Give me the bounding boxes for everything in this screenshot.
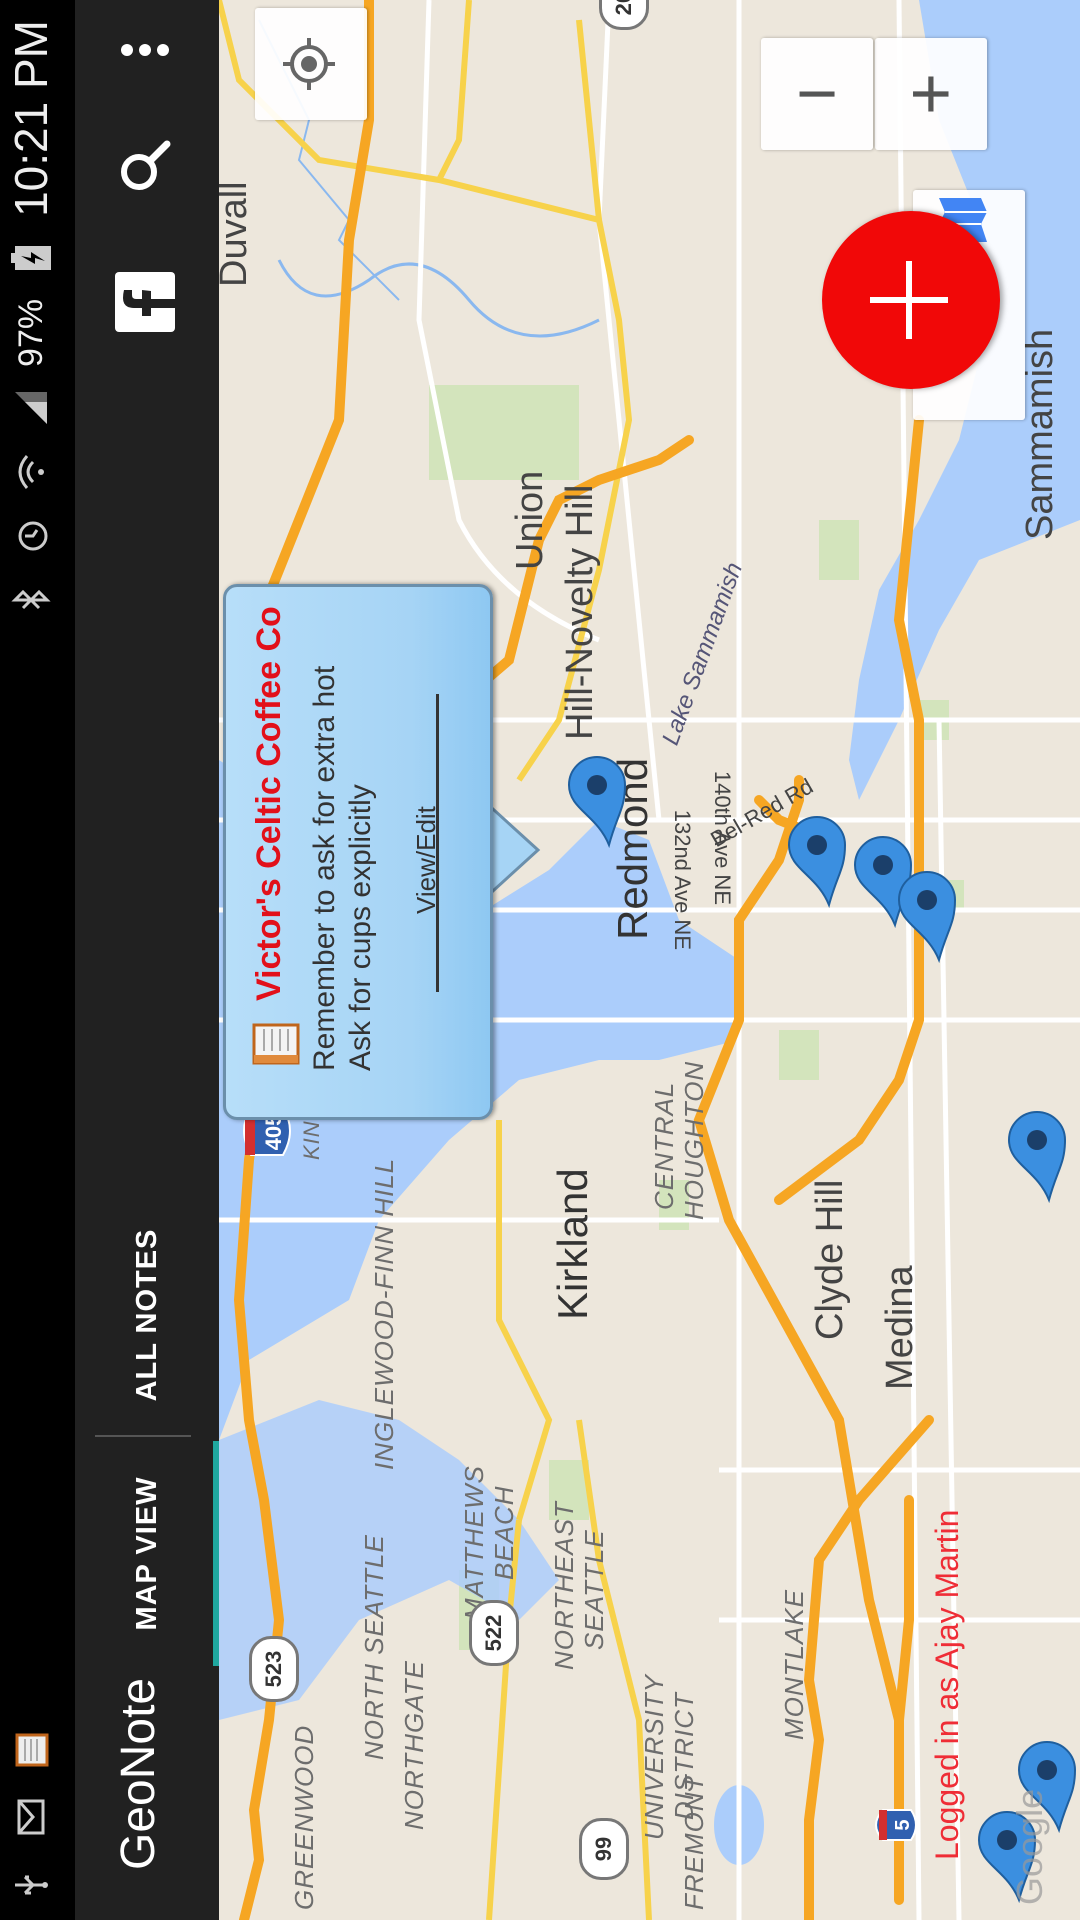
clock: 10:21 PM: [5, 20, 57, 217]
landscape-screen: 97% 10:21 PM GeoNote MAP VIEW ALL NOTES: [0, 0, 1080, 1920]
map-pin[interactable]: [567, 756, 627, 849]
status-left-icons: [8, 1726, 54, 1908]
status-bar: 97% 10:21 PM: [0, 0, 75, 1920]
view-edit-underline: [436, 694, 439, 992]
popup-body: Victor's Celtic Coffee Co Remember to as…: [223, 584, 493, 1120]
zoom-in-button[interactable]: +: [875, 38, 987, 150]
plus-icon: [864, 255, 959, 345]
map-pin[interactable]: [787, 816, 847, 909]
tab-all-notes[interactable]: ALL NOTES: [75, 1200, 219, 1430]
map-canvas[interactable]: 405 5 Duvall Union Hill-Novelty Hill Red…: [219, 0, 1080, 1920]
gmail-icon: [8, 1794, 54, 1840]
signal-icon: [8, 385, 54, 431]
app-title: GeoNote: [112, 1677, 165, 1870]
geonote-icon: [8, 1726, 54, 1772]
app-bar-actions: [75, 40, 219, 332]
overflow-menu-icon[interactable]: [117, 40, 178, 60]
add-note-button[interactable]: [822, 211, 1000, 389]
note-body-line-2: Ask for cups explicitly: [344, 784, 377, 1071]
note-icon: [250, 1017, 302, 1069]
app-bar: GeoNote MAP VIEW ALL NOTES: [75, 0, 219, 1920]
map-pin[interactable]: [1007, 1111, 1067, 1204]
battery-percent: 97%: [11, 298, 50, 367]
tab-divider: [95, 1435, 191, 1437]
tab-map-view[interactable]: MAP VIEW: [75, 1441, 219, 1666]
alarm-icon: [8, 513, 54, 559]
note-body-line-1: Remember to ask for extra hot: [308, 665, 341, 1071]
zoom-in-icon: +: [891, 72, 971, 116]
usb-icon: [8, 1862, 54, 1908]
note-title: Victor's Celtic Coffee Co: [250, 606, 288, 1001]
logged-in-status: Logged in as Ajay Martin: [929, 1509, 965, 1860]
my-location-icon: [279, 34, 344, 94]
wifi-icon: [8, 449, 54, 495]
google-attribution: Google: [1009, 1788, 1050, 1905]
note-popup[interactable]: Victor's Celtic Coffee Co Remember to as…: [223, 584, 541, 1120]
facebook-icon[interactable]: [114, 272, 180, 332]
battery-icon: [8, 235, 54, 281]
zoom-out-icon: −: [795, 54, 839, 135]
map-pin[interactable]: [897, 871, 957, 964]
my-location-button[interactable]: [255, 8, 367, 120]
search-icon[interactable]: [117, 138, 178, 194]
bluetooth-icon: [8, 577, 54, 623]
status-right-icons: 97% 10:21 PM: [4, 20, 58, 623]
zoom-out-button[interactable]: −: [761, 38, 873, 150]
